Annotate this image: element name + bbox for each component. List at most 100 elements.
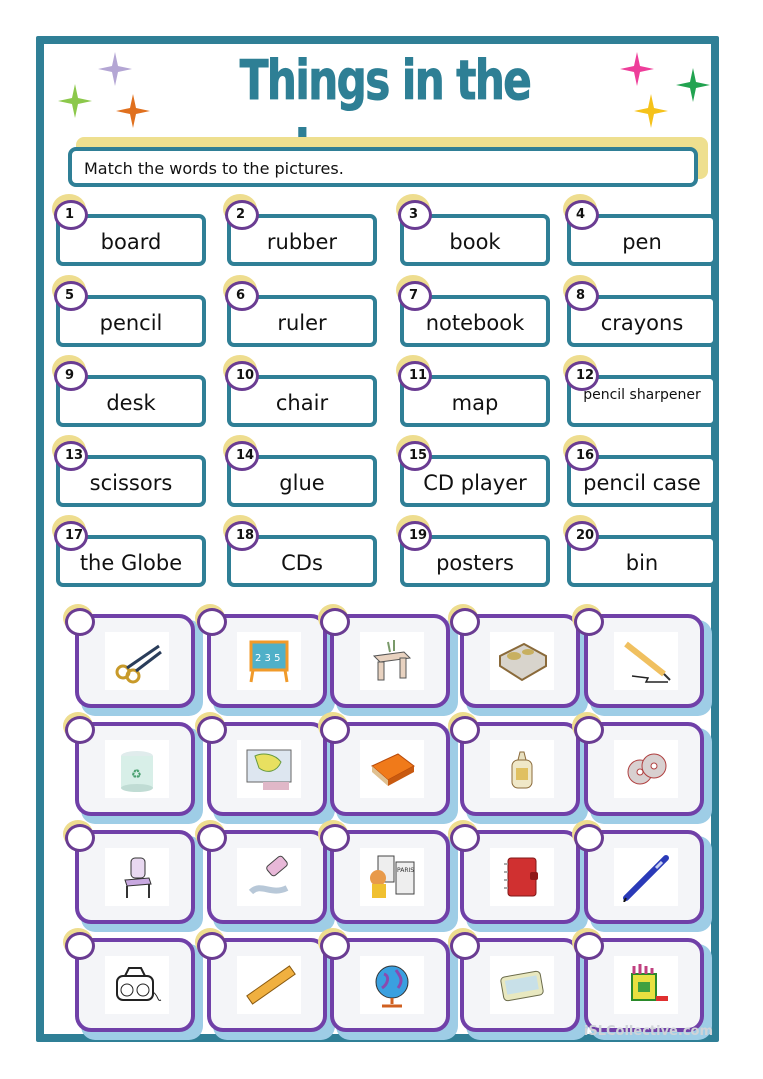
pen-icon (623, 855, 669, 902)
globe-icon (375, 965, 409, 1008)
answer-circle[interactable] (574, 932, 604, 960)
word-box[interactable]: 7 notebook (396, 275, 550, 347)
answer-circle[interactable] (320, 608, 350, 636)
answer-circle[interactable] (450, 824, 480, 852)
word-box[interactable]: 4 pen (563, 194, 717, 266)
word-number: 14 (225, 441, 259, 471)
star-icon (116, 94, 150, 128)
word-number: 11 (398, 361, 432, 391)
picture-image: ♻ (105, 740, 169, 798)
picture-image (237, 740, 301, 798)
answer-circle[interactable] (574, 716, 604, 744)
picture-card[interactable] (572, 604, 712, 716)
word-box[interactable]: 17 the Globe (52, 515, 206, 587)
picture-card[interactable] (448, 604, 588, 716)
answer-circle[interactable] (320, 932, 350, 960)
picture-card[interactable] (448, 928, 588, 1040)
answer-circle[interactable] (574, 824, 604, 852)
word-box[interactable]: 15 CD player (396, 435, 550, 507)
word-number: 6 (225, 281, 259, 311)
word-label: crayons (600, 311, 684, 335)
glue-icon (511, 751, 533, 789)
picture-card[interactable] (63, 928, 203, 1040)
picture-card[interactable] (318, 928, 458, 1040)
picture-card[interactable] (448, 820, 588, 932)
answer-circle[interactable] (450, 716, 480, 744)
svg-text:♻: ♻ (131, 767, 142, 781)
word-label: desk (106, 391, 156, 415)
pencil-icon (624, 641, 671, 683)
word-box[interactable]: 19 posters (396, 515, 550, 587)
answer-circle[interactable] (197, 932, 227, 960)
picture-card[interactable]: 2 3 5 (195, 604, 335, 716)
answer-circle[interactable] (320, 716, 350, 744)
answer-circle[interactable] (65, 932, 95, 960)
picture-card[interactable] (63, 820, 203, 932)
word-box[interactable]: 8 crayons (563, 275, 717, 347)
word-box[interactable]: 18 CDs (223, 515, 377, 587)
picture-card[interactable] (63, 604, 203, 716)
word-label: notebook (425, 311, 525, 335)
picture-card[interactable] (448, 712, 588, 824)
word-box[interactable]: 5 pencil (52, 275, 206, 347)
svg-text:2 3 5: 2 3 5 (255, 653, 280, 664)
cd-player-icon (116, 967, 162, 1001)
star-icon (676, 68, 710, 102)
answer-circle[interactable] (450, 932, 480, 960)
word-label: chair (275, 391, 329, 415)
answer-circle[interactable] (197, 716, 227, 744)
picture-card[interactable]: ♻ (63, 712, 203, 824)
answer-circle[interactable] (320, 824, 350, 852)
word-box[interactable]: 11 map (396, 355, 550, 427)
picture-image (105, 632, 169, 690)
notebook-icon (504, 857, 538, 897)
word-box[interactable]: 10 chair (223, 355, 377, 427)
word-box[interactable]: 3 book (396, 194, 550, 266)
answer-circle[interactable] (450, 608, 480, 636)
picture-card[interactable] (195, 712, 335, 824)
picture-card[interactable]: PARIS (318, 820, 458, 932)
picture-image (237, 848, 301, 906)
answer-circle[interactable] (197, 824, 227, 852)
chair-icon (124, 857, 152, 898)
answer-circle[interactable] (65, 824, 95, 852)
picture-image (614, 848, 678, 906)
word-box[interactable]: 2 rubber (223, 194, 377, 266)
word-number: 7 (398, 281, 432, 311)
picture-card[interactable] (572, 928, 712, 1040)
picture-card[interactable] (195, 928, 335, 1040)
word-number: 2 (225, 200, 259, 230)
picture-image (614, 632, 678, 690)
star-icon (620, 52, 654, 86)
picture-card[interactable] (195, 820, 335, 932)
word-label: rubber (266, 230, 338, 254)
word-box[interactable]: 12 pencil sharpener (563, 355, 717, 427)
word-label: pencil case (583, 471, 701, 495)
picture-card[interactable] (572, 820, 712, 932)
picture-card[interactable] (572, 712, 712, 824)
picture-card[interactable] (318, 712, 458, 824)
picture-image: PARIS (360, 848, 424, 906)
picture-image (490, 740, 554, 798)
picture-image (237, 956, 301, 1014)
map-icon (246, 749, 292, 790)
word-box[interactable]: 16 pencil case (563, 435, 717, 507)
word-box[interactable]: 6 ruler (223, 275, 377, 347)
picture-card[interactable] (318, 604, 458, 716)
pencil-case-icon (500, 970, 544, 1002)
pencil-sharpener-icon (499, 642, 547, 682)
word-number: 10 (225, 361, 259, 391)
word-box[interactable]: 14 glue (223, 435, 377, 507)
word-box[interactable]: 9 desk (52, 355, 206, 427)
answer-circle[interactable] (197, 608, 227, 636)
word-box[interactable]: 1 board (52, 194, 206, 266)
word-label: pencil (99, 311, 163, 335)
answer-circle[interactable] (65, 716, 95, 744)
word-number: 16 (565, 441, 599, 471)
word-label: book (449, 230, 501, 254)
word-box[interactable]: 13 scissors (52, 435, 206, 507)
word-box[interactable]: 20 bin (563, 515, 717, 587)
answer-circle[interactable] (65, 608, 95, 636)
word-number: 5 (54, 281, 88, 311)
answer-circle[interactable] (574, 608, 604, 636)
